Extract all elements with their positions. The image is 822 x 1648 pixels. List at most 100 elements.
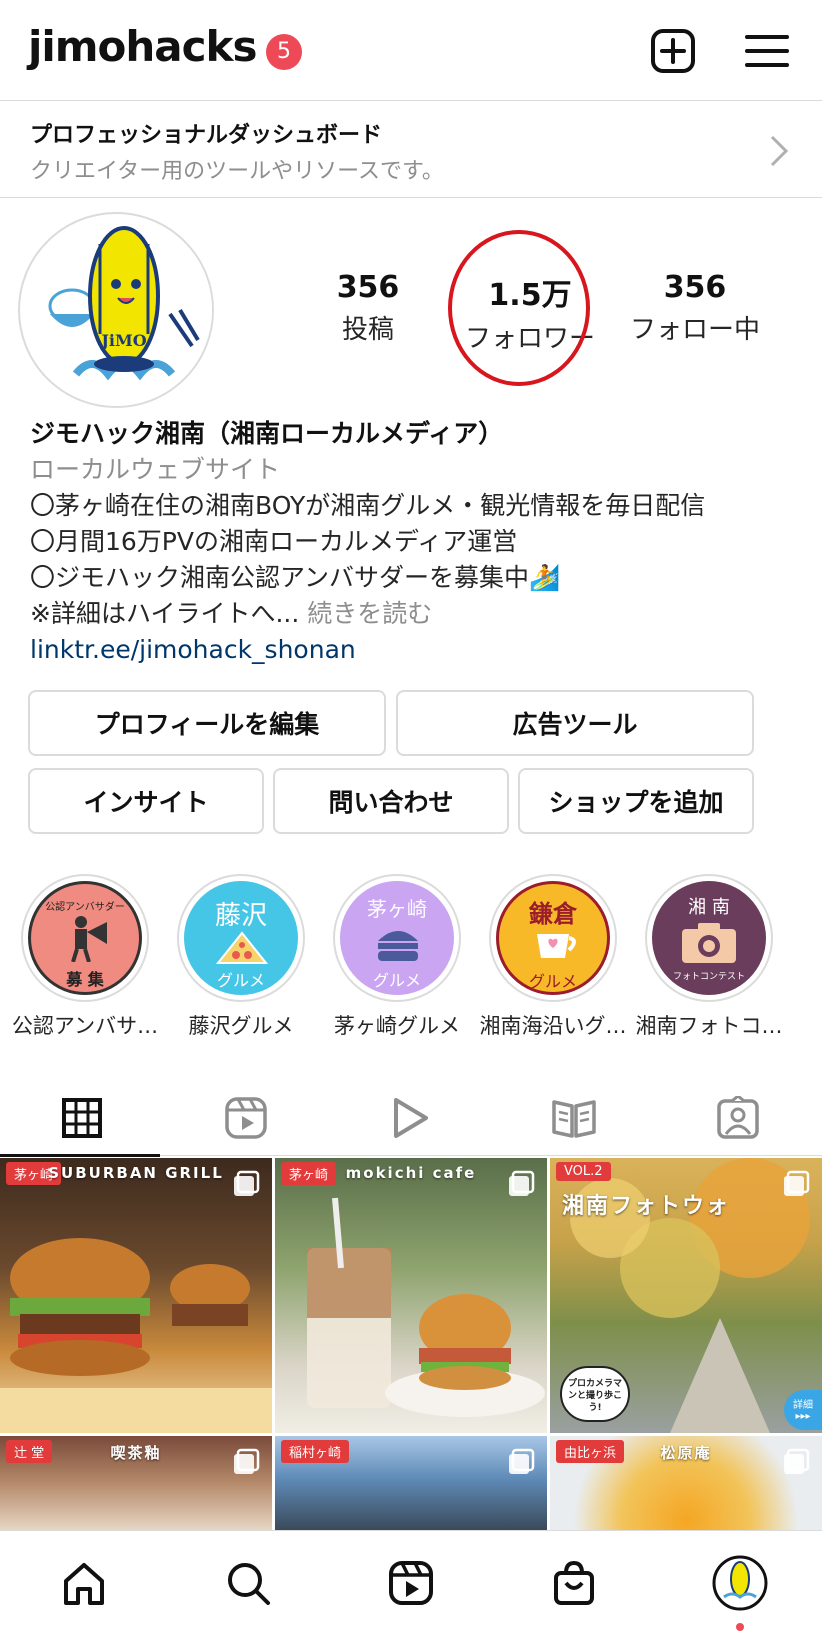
highlight-cover-bottom: フォトコンテスト xyxy=(672,972,745,982)
highlight-cover-bottom: 募 集 xyxy=(66,970,104,989)
active-tab-indicator xyxy=(0,1154,160,1157)
tab-videos[interactable] xyxy=(328,1080,492,1156)
bottom-navigation xyxy=(0,1530,822,1648)
nav-home[interactable] xyxy=(54,1553,114,1613)
profile-category: ローカルウェブサイト xyxy=(30,455,281,484)
post-speech-bubble: プロカメラマンと撮り歩こう! xyxy=(560,1366,630,1422)
following-label: フォロー中 xyxy=(629,315,760,345)
grid-post[interactable]: 由比ヶ浜 松原庵 xyxy=(550,1436,822,1530)
following-stat[interactable]: 356 フォロー中 xyxy=(620,270,770,346)
highlight-kamakura[interactable]: 鎌倉 グルメ 湘南海沿いグ… xyxy=(478,874,628,1040)
carousel-icon xyxy=(234,1448,260,1474)
profile-tabs xyxy=(0,1080,822,1156)
highlight-ring: 公認アンバサダー 募 集 xyxy=(21,874,149,1002)
plus-square-icon xyxy=(651,29,695,73)
post-detail-badge: 詳細 ▸▸▸ xyxy=(784,1390,822,1430)
burger-photo xyxy=(0,1238,272,1433)
carousel-icon xyxy=(784,1448,810,1474)
carousel-icon xyxy=(509,1170,535,1196)
ad-tools-button[interactable]: 広告ツール xyxy=(396,690,754,756)
highlight-label: 公認アンバサ… xyxy=(11,1014,159,1038)
highlight-photo-contest[interactable]: 湘 南 フォトコンテスト 湘南フォトコ… xyxy=(634,874,784,1040)
tab-posts-grid[interactable] xyxy=(0,1080,164,1156)
bio-line-1: 〇茅ヶ崎在住の湘南BOYが湘南グルメ・観光情報を毎日配信 xyxy=(30,491,706,520)
tab-reels[interactable] xyxy=(164,1080,328,1156)
edit-profile-button[interactable]: プロフィールを編集 xyxy=(28,690,386,756)
tab-guides[interactable] xyxy=(492,1080,656,1156)
highlight-cover-top: 公認アンバサダー xyxy=(45,902,125,913)
nav-search[interactable] xyxy=(218,1553,278,1613)
highlight-label: 湘南海沿いグ… xyxy=(479,1014,627,1038)
camera-icon xyxy=(682,923,736,963)
highlight-label: 茅ヶ崎グルメ xyxy=(334,1014,460,1038)
professional-dashboard-row[interactable]: プロフェッショナルダッシュボード クリエイター用のツールやリソースです。 xyxy=(0,100,822,198)
highlight-cover-top: 鎌倉 xyxy=(529,899,577,928)
highlight-chigasaki[interactable]: 茅ヶ崎 グルメ 茅ヶ崎グルメ xyxy=(322,874,472,1040)
nav-shop[interactable] xyxy=(544,1553,604,1613)
profile-link[interactable]: linktr.ee/jimohack_shonan xyxy=(30,632,800,668)
coffee-cup-icon xyxy=(537,934,576,958)
bio-line-2: 〇月間16万PVの湘南ローカルメディア運営 xyxy=(30,527,518,556)
contact-button[interactable]: 問い合わせ xyxy=(273,768,509,834)
read-more-link[interactable]: 続きを読む xyxy=(307,599,432,628)
highlight-cover-bottom: グルメ xyxy=(216,971,265,990)
burger-icon xyxy=(378,931,418,961)
highlight-ring: 茅ヶ崎 グルメ xyxy=(333,874,461,1002)
grid-post[interactable]: VOL.2 湘南フォトウォ プロカメラマンと撮り歩こう! 詳細 ▸▸▸ xyxy=(550,1158,822,1433)
tagged-person-icon xyxy=(717,1096,759,1139)
highlight-fujisawa[interactable]: 藤沢 グルメ 藤沢グルメ xyxy=(166,874,316,1040)
post-location-tag: VOL.2 xyxy=(556,1162,611,1181)
profile-username[interactable]: jimohacks xyxy=(28,22,257,71)
profile-avatar-icon xyxy=(712,1555,768,1611)
play-icon xyxy=(394,1098,428,1138)
bio-line-4: ※詳細はハイライトへ... 続きを読む xyxy=(30,596,800,632)
following-count: 356 xyxy=(663,270,727,305)
highlight-ambassador[interactable]: 公認アンバサダー 募 集 公認アンバサ… xyxy=(10,874,160,1040)
profile-avatar[interactable]: JiMO xyxy=(18,212,214,408)
grid-post[interactable]: 茅ヶ崎 SUBURBAN GRILL xyxy=(0,1158,272,1433)
highlight-cover: 湘 南 フォトコンテスト xyxy=(652,881,766,995)
highlight-cover: 公認アンバサダー 募 集 xyxy=(28,881,142,995)
nav-profile[interactable] xyxy=(710,1553,770,1613)
profile-display-name: ジモハック湘南（湘南ローカルメディア） xyxy=(30,419,504,448)
guide-book-icon xyxy=(552,1100,596,1138)
mascot-logo-icon: JiMO xyxy=(22,216,212,406)
nav-reels[interactable] xyxy=(381,1553,441,1613)
highlight-cover-bottom: グルメ xyxy=(528,972,577,991)
notification-badge[interactable]: 5 xyxy=(266,34,302,70)
posts-count: 356 xyxy=(336,270,400,305)
shopping-bag-icon xyxy=(554,1560,594,1605)
grid-post[interactable]: 辻 堂 喫茶釉 xyxy=(0,1436,272,1530)
highlight-red-circle xyxy=(448,230,590,386)
highlight-cover-top: 藤沢 xyxy=(214,901,267,931)
top-bar: jimohacks 5 xyxy=(0,0,822,100)
new-post-button[interactable] xyxy=(648,26,698,76)
reels-icon xyxy=(389,1561,433,1605)
highlight-label: 湘南フォトコ… xyxy=(635,1014,783,1038)
cafe-latte-burger-photo xyxy=(307,1197,545,1417)
grid-post[interactable]: 茅ヶ崎 mokichi cafe xyxy=(275,1158,547,1433)
bio-line-4-text: ※詳細はハイライトへ... xyxy=(30,599,300,628)
highlight-cover: 藤沢 グルメ xyxy=(184,881,298,995)
grid-post[interactable]: 稲村ヶ崎 xyxy=(275,1436,547,1530)
dashboard-subtitle: クリエイター用のツールやリソースです。 xyxy=(30,159,444,184)
pizza-icon xyxy=(215,931,269,964)
profile-notification-dot xyxy=(736,1623,744,1631)
grid-icon xyxy=(62,1098,102,1138)
highlight-ring: 鎌倉 グルメ xyxy=(489,874,617,1002)
add-shop-button[interactable]: ショップを追加 xyxy=(518,768,754,834)
insights-button[interactable]: インサイト xyxy=(28,768,264,834)
chevron-right-icon xyxy=(770,135,789,167)
menu-button[interactable] xyxy=(742,26,792,76)
carousel-icon xyxy=(784,1170,810,1196)
home-icon xyxy=(64,1563,104,1605)
posts-label: 投稿 xyxy=(341,315,394,345)
carousel-icon xyxy=(234,1170,260,1196)
dashboard-title: プロフェッショナルダッシュボード xyxy=(30,123,383,148)
tab-tagged[interactable] xyxy=(656,1080,820,1156)
megaphone-person-icon xyxy=(71,916,107,962)
highlight-cover-bottom: グルメ xyxy=(372,971,421,990)
search-icon xyxy=(228,1563,270,1605)
profile-bio: ジモハック湘南（湘南ローカルメディア） ローカルウェブサイト 〇茅ヶ崎在住の湘南… xyxy=(30,416,800,668)
posts-stat[interactable]: 356 投稿 xyxy=(318,270,418,346)
